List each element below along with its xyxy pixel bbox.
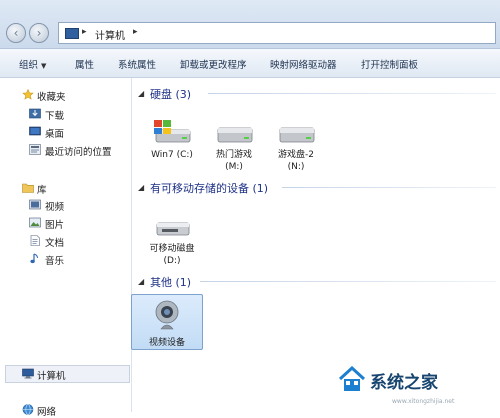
system-properties-button[interactable]: 系统属性 bbox=[118, 57, 156, 71]
video-device-item[interactable]: 视频设备 bbox=[131, 294, 203, 350]
back-arrow-icon[interactable]: ‹ bbox=[6, 23, 26, 43]
drive-letter: (D:) bbox=[163, 256, 181, 266]
library-icon bbox=[22, 183, 34, 193]
hard-disk-icon bbox=[217, 127, 253, 143]
nav-computer[interactable]: 计算机 bbox=[37, 368, 66, 382]
address-bar-area: ‹ › ▸ 计算机 ▸ bbox=[0, 0, 500, 49]
group-header-removable[interactable]: 有可移动存储的设备 (1) bbox=[150, 180, 268, 196]
network-icon bbox=[22, 404, 34, 415]
drive-letter: (M:) bbox=[225, 162, 243, 172]
device-label: 视频设备 bbox=[148, 338, 185, 348]
drive-n[interactable]: 游戏盘-2 (N:) bbox=[266, 118, 326, 173]
command-bar: 组织 ▼ 属性 系统属性 卸载或更改程序 映射网络驱动器 打开控制面板 bbox=[0, 49, 500, 78]
chevron-right-icon[interactable]: ▸ bbox=[82, 27, 87, 37]
collapse-arrow-icon[interactable]: ◢ bbox=[138, 183, 144, 192]
group-divider bbox=[208, 93, 496, 94]
removable-disk-icon bbox=[156, 222, 190, 236]
nav-recent[interactable]: 最近访问的位置 bbox=[45, 144, 112, 158]
drive-label: 游戏盘-2 bbox=[278, 150, 314, 160]
system-drive-icon bbox=[154, 120, 191, 143]
watermark-brand: 系统之家 bbox=[370, 373, 438, 393]
nav-videos[interactable]: 视频 bbox=[45, 199, 64, 213]
drive-label: Win7 (C:) bbox=[151, 150, 193, 160]
collapse-arrow-icon[interactable]: ◢ bbox=[138, 277, 144, 286]
map-drive-button[interactable]: 映射网络驱动器 bbox=[270, 57, 337, 71]
desktop-icon bbox=[29, 126, 41, 136]
forward-arrow-icon[interactable]: › bbox=[29, 23, 49, 43]
properties-button[interactable]: 属性 bbox=[75, 57, 94, 71]
video-icon bbox=[29, 199, 41, 210]
uninstall-button[interactable]: 卸载或更改程序 bbox=[180, 57, 247, 71]
pictures-icon bbox=[29, 217, 41, 228]
drive-m[interactable]: 热门游戏 (M:) bbox=[204, 118, 264, 173]
group-header-hdd[interactable]: 硬盘 (3) bbox=[150, 86, 191, 102]
drive-d[interactable]: 可移动磁盘 (D:) bbox=[142, 212, 202, 267]
drive-label: 热门游戏 bbox=[215, 150, 252, 160]
watermark-url: www.xitongzhijia.net bbox=[392, 398, 455, 405]
group-divider bbox=[200, 281, 496, 282]
nav-pictures[interactable]: 图片 bbox=[45, 217, 64, 231]
nav-network[interactable]: 网络 bbox=[37, 404, 56, 418]
chevron-down-icon: ▼ bbox=[41, 62, 47, 70]
chevron-right-icon[interactable]: ▸ bbox=[133, 27, 138, 37]
nav-favorites[interactable]: 收藏夹 bbox=[37, 89, 66, 103]
group-header-other[interactable]: 其他 (1) bbox=[150, 274, 191, 290]
navigation-pane: 收藏夹 下载 桌面 最近访问的位置 库 视频 图片 文档 音乐 计算机 网络 bbox=[0, 78, 132, 418]
computer-icon bbox=[65, 28, 79, 39]
documents-icon bbox=[30, 235, 40, 246]
logo-house-icon bbox=[338, 366, 366, 391]
nav-music[interactable]: 音乐 bbox=[45, 253, 64, 267]
nav-libraries[interactable]: 库 bbox=[37, 182, 47, 196]
drive-label: 可移动磁盘 bbox=[149, 244, 195, 254]
drive-c[interactable]: Win7 (C:) bbox=[142, 118, 202, 161]
organize-menu[interactable]: 组织 ▼ bbox=[19, 57, 46, 71]
computer-icon bbox=[22, 368, 34, 379]
nav-desktop[interactable]: 桌面 bbox=[45, 126, 64, 140]
breadcrumb-computer[interactable]: 计算机 bbox=[95, 27, 125, 42]
music-icon bbox=[30, 253, 38, 264]
group-divider bbox=[282, 187, 496, 188]
star-icon bbox=[22, 89, 34, 100]
webcam-icon bbox=[155, 300, 179, 330]
nav-documents[interactable]: 文档 bbox=[45, 235, 64, 249]
downloads-icon bbox=[29, 108, 41, 119]
recent-places-icon bbox=[29, 144, 41, 155]
watermark: 系统之家 www.xitongzhijia.net bbox=[336, 360, 500, 412]
collapse-arrow-icon[interactable]: ◢ bbox=[138, 89, 144, 98]
drive-letter: (N:) bbox=[287, 162, 305, 172]
nav-downloads[interactable]: 下载 bbox=[45, 108, 64, 122]
hard-disk-icon bbox=[279, 127, 315, 143]
control-panel-button[interactable]: 打开控制面板 bbox=[361, 57, 418, 71]
address-input[interactable]: ▸ 计算机 ▸ bbox=[58, 22, 496, 44]
